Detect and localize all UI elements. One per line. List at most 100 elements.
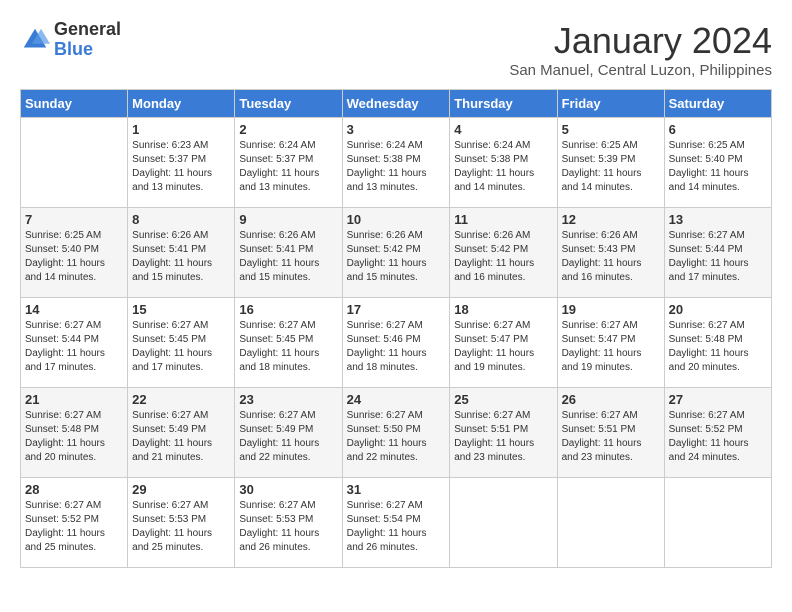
sunrise-text: Sunrise: 6:27 AM	[454, 319, 552, 333]
sunset-text: Sunset: 5:47 PM	[562, 333, 660, 347]
daylight-text: Daylight: 11 hours and 22 minutes.	[347, 437, 446, 465]
calendar-cell: 22 Sunrise: 6:27 AM Sunset: 5:49 PM Dayl…	[128, 388, 235, 478]
sunrise-text: Sunrise: 6:27 AM	[669, 319, 767, 333]
calendar-week-2: 7 Sunrise: 6:25 AM Sunset: 5:40 PM Dayli…	[21, 208, 772, 298]
calendar-cell: 14 Sunrise: 6:27 AM Sunset: 5:44 PM Dayl…	[21, 298, 128, 388]
logo-general-label: General	[54, 20, 121, 40]
sunrise-text: Sunrise: 6:25 AM	[25, 229, 123, 243]
day-number: 17	[347, 302, 446, 317]
sunrise-text: Sunrise: 6:27 AM	[454, 409, 552, 423]
sunrise-text: Sunrise: 6:23 AM	[132, 139, 230, 153]
calendar-cell	[557, 478, 664, 568]
day-info: Sunrise: 6:26 AM Sunset: 5:42 PM Dayligh…	[347, 229, 446, 285]
calendar-cell: 9 Sunrise: 6:26 AM Sunset: 5:41 PM Dayli…	[235, 208, 342, 298]
sunset-text: Sunset: 5:50 PM	[347, 423, 446, 437]
day-number: 19	[562, 302, 660, 317]
calendar-cell: 12 Sunrise: 6:26 AM Sunset: 5:43 PM Dayl…	[557, 208, 664, 298]
day-number: 7	[25, 212, 123, 227]
col-saturday: Saturday	[664, 90, 771, 118]
sunset-text: Sunset: 5:37 PM	[239, 153, 337, 167]
day-number: 23	[239, 392, 337, 407]
day-info: Sunrise: 6:27 AM Sunset: 5:53 PM Dayligh…	[239, 499, 337, 555]
day-info: Sunrise: 6:27 AM Sunset: 5:45 PM Dayligh…	[239, 319, 337, 375]
calendar-week-4: 21 Sunrise: 6:27 AM Sunset: 5:48 PM Dayl…	[21, 388, 772, 478]
day-number: 15	[132, 302, 230, 317]
calendar-cell: 5 Sunrise: 6:25 AM Sunset: 5:39 PM Dayli…	[557, 118, 664, 208]
col-friday: Friday	[557, 90, 664, 118]
month-title: January 2024	[509, 20, 772, 62]
day-number: 1	[132, 122, 230, 137]
daylight-text: Daylight: 11 hours and 19 minutes.	[454, 347, 552, 375]
sunset-text: Sunset: 5:37 PM	[132, 153, 230, 167]
daylight-text: Daylight: 11 hours and 17 minutes.	[669, 257, 767, 285]
day-number: 21	[25, 392, 123, 407]
daylight-text: Daylight: 11 hours and 14 minutes.	[454, 167, 552, 195]
day-info: Sunrise: 6:25 AM Sunset: 5:40 PM Dayligh…	[25, 229, 123, 285]
col-wednesday: Wednesday	[342, 90, 450, 118]
sunset-text: Sunset: 5:52 PM	[669, 423, 767, 437]
sunrise-text: Sunrise: 6:26 AM	[132, 229, 230, 243]
day-number: 26	[562, 392, 660, 407]
sunrise-text: Sunrise: 6:25 AM	[562, 139, 660, 153]
sunset-text: Sunset: 5:49 PM	[239, 423, 337, 437]
logo-icon	[20, 25, 50, 55]
sunset-text: Sunset: 5:53 PM	[132, 513, 230, 527]
day-info: Sunrise: 6:26 AM Sunset: 5:42 PM Dayligh…	[454, 229, 552, 285]
sunset-text: Sunset: 5:38 PM	[454, 153, 552, 167]
day-number: 3	[347, 122, 446, 137]
title-section: January 2024 San Manuel, Central Luzon, …	[509, 20, 772, 79]
calendar-table: Sunday Monday Tuesday Wednesday Thursday…	[20, 89, 772, 568]
sunrise-text: Sunrise: 6:27 AM	[347, 319, 446, 333]
sunrise-text: Sunrise: 6:26 AM	[562, 229, 660, 243]
calendar-cell: 11 Sunrise: 6:26 AM Sunset: 5:42 PM Dayl…	[450, 208, 557, 298]
daylight-text: Daylight: 11 hours and 15 minutes.	[347, 257, 446, 285]
day-info: Sunrise: 6:27 AM Sunset: 5:45 PM Dayligh…	[132, 319, 230, 375]
sunrise-text: Sunrise: 6:27 AM	[347, 409, 446, 423]
sunrise-text: Sunrise: 6:26 AM	[454, 229, 552, 243]
day-info: Sunrise: 6:24 AM Sunset: 5:37 PM Dayligh…	[239, 139, 337, 195]
sunset-text: Sunset: 5:51 PM	[454, 423, 552, 437]
col-sunday: Sunday	[21, 90, 128, 118]
daylight-text: Daylight: 11 hours and 26 minutes.	[347, 527, 446, 555]
daylight-text: Daylight: 11 hours and 16 minutes.	[454, 257, 552, 285]
day-number: 8	[132, 212, 230, 227]
day-number: 14	[25, 302, 123, 317]
calendar-cell: 20 Sunrise: 6:27 AM Sunset: 5:48 PM Dayl…	[664, 298, 771, 388]
sunrise-text: Sunrise: 6:27 AM	[25, 409, 123, 423]
sunrise-text: Sunrise: 6:27 AM	[25, 319, 123, 333]
day-number: 9	[239, 212, 337, 227]
daylight-text: Daylight: 11 hours and 16 minutes.	[562, 257, 660, 285]
day-number: 25	[454, 392, 552, 407]
sunset-text: Sunset: 5:45 PM	[132, 333, 230, 347]
day-info: Sunrise: 6:27 AM Sunset: 5:53 PM Dayligh…	[132, 499, 230, 555]
calendar-cell: 26 Sunrise: 6:27 AM Sunset: 5:51 PM Dayl…	[557, 388, 664, 478]
day-info: Sunrise: 6:24 AM Sunset: 5:38 PM Dayligh…	[347, 139, 446, 195]
calendar-week-5: 28 Sunrise: 6:27 AM Sunset: 5:52 PM Dayl…	[21, 478, 772, 568]
daylight-text: Daylight: 11 hours and 13 minutes.	[347, 167, 446, 195]
sunrise-text: Sunrise: 6:26 AM	[239, 229, 337, 243]
calendar-cell: 6 Sunrise: 6:25 AM Sunset: 5:40 PM Dayli…	[664, 118, 771, 208]
sunset-text: Sunset: 5:46 PM	[347, 333, 446, 347]
daylight-text: Daylight: 11 hours and 25 minutes.	[132, 527, 230, 555]
logo-blue-label: Blue	[54, 40, 121, 60]
sunset-text: Sunset: 5:42 PM	[454, 243, 552, 257]
daylight-text: Daylight: 11 hours and 19 minutes.	[562, 347, 660, 375]
day-info: Sunrise: 6:25 AM Sunset: 5:40 PM Dayligh…	[669, 139, 767, 195]
day-number: 18	[454, 302, 552, 317]
calendar-cell: 8 Sunrise: 6:26 AM Sunset: 5:41 PM Dayli…	[128, 208, 235, 298]
calendar-cell	[450, 478, 557, 568]
daylight-text: Daylight: 11 hours and 14 minutes.	[669, 167, 767, 195]
calendar-cell: 1 Sunrise: 6:23 AM Sunset: 5:37 PM Dayli…	[128, 118, 235, 208]
calendar-cell: 3 Sunrise: 6:24 AM Sunset: 5:38 PM Dayli…	[342, 118, 450, 208]
day-number: 27	[669, 392, 767, 407]
calendar-cell: 15 Sunrise: 6:27 AM Sunset: 5:45 PM Dayl…	[128, 298, 235, 388]
sunset-text: Sunset: 5:39 PM	[562, 153, 660, 167]
sunset-text: Sunset: 5:43 PM	[562, 243, 660, 257]
sunset-text: Sunset: 5:44 PM	[669, 243, 767, 257]
sunset-text: Sunset: 5:41 PM	[239, 243, 337, 257]
day-number: 5	[562, 122, 660, 137]
day-number: 22	[132, 392, 230, 407]
sunrise-text: Sunrise: 6:27 AM	[562, 319, 660, 333]
calendar-cell: 30 Sunrise: 6:27 AM Sunset: 5:53 PM Dayl…	[235, 478, 342, 568]
sunrise-text: Sunrise: 6:27 AM	[132, 319, 230, 333]
